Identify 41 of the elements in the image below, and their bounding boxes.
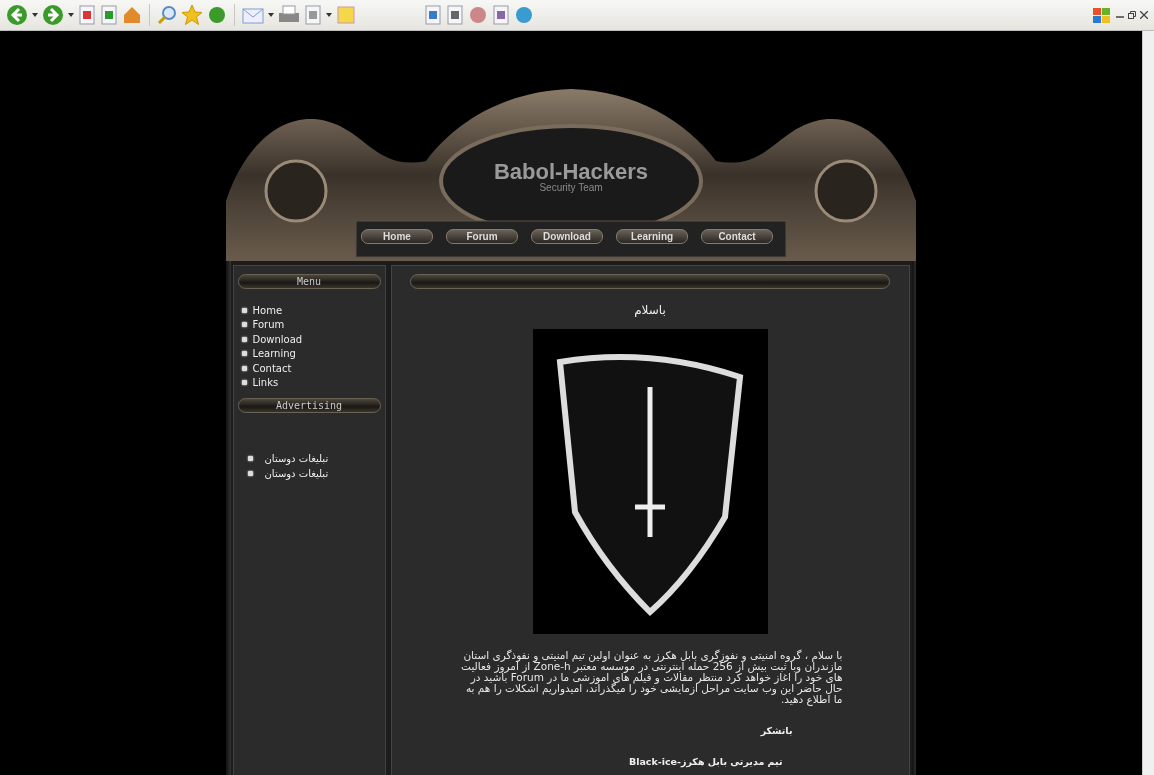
site-subtitle: Security Team	[538, 182, 604, 193]
nav-button[interactable]: Home	[361, 229, 433, 244]
bullet-icon	[241, 322, 247, 328]
bullet-icon	[241, 351, 247, 357]
thanks-text: باتشکر	[759, 725, 794, 736]
advertising-header-bar: Advertising	[237, 398, 381, 413]
welcome-paragraph: با سلام ، گروه امنیتی و نفوزگری بابل هکرز به عنوان اولین تیم امنیتی و نفوذگری استان مازندران وبا ثبت بیش از 256 حمله اینترنتی در موسسه معتبر Zone-h از امروز فعالیت های خود را اغاز خواهد کرد منتظر مقالات و فیلم های اموزشی ما در Forum باشید در حال حاضر این وب سایت مراحل ازمایشی خود را میگذراند، امیدواریم اشکلات را هم به ما اطلاع دهید.	[460, 650, 843, 705]
signature-text: تیم مدیرتی بابل هکرز-Black-ice	[627, 756, 784, 767]
dropdown-caret-icon[interactable]	[32, 13, 38, 17]
home-icon[interactable]	[122, 5, 142, 25]
bullet-icon	[247, 471, 253, 476]
menu-link[interactable]: Contact	[252, 362, 292, 374]
dropdown-caret-icon[interactable]	[68, 13, 74, 17]
menu-link[interactable]: Download	[252, 333, 303, 345]
menu-link[interactable]: Learning	[252, 348, 296, 360]
nav-button[interactable]: Contact	[701, 229, 773, 244]
bullet-icon	[241, 336, 247, 342]
nav-button[interactable]: Download	[531, 229, 603, 244]
site-title: Babol-Hackers	[492, 159, 650, 184]
nav-button[interactable]: Forum	[446, 229, 518, 244]
bullet-icon	[241, 380, 247, 386]
nav-button[interactable]: Learning	[616, 229, 688, 244]
bullet-icon	[241, 307, 247, 313]
dropdown-caret-icon[interactable]	[326, 13, 332, 17]
dropdown-caret-icon[interactable]	[268, 13, 274, 17]
stop-page-icon[interactable]	[78, 5, 96, 25]
search-icon[interactable]	[157, 5, 177, 25]
bullet-icon	[247, 456, 253, 461]
restore-icon[interactable]	[1128, 11, 1136, 19]
greeting-heading: باسلام	[634, 303, 666, 317]
ad-link[interactable]: تبلیغات دوستان	[264, 453, 329, 464]
menu-link[interactable]: Links	[252, 377, 279, 389]
refresh-page-icon[interactable]	[100, 5, 118, 25]
menu-link[interactable]: Home	[252, 304, 283, 316]
favorites-star-icon[interactable]	[181, 4, 203, 26]
ad-link[interactable]: تبلیغات دوستان	[264, 468, 329, 479]
bullet-icon	[241, 365, 247, 371]
menu-header-bar: Menu	[237, 274, 381, 289]
windows-logo-icon	[1092, 6, 1112, 24]
menu-link[interactable]: Forum	[252, 319, 285, 331]
close-icon[interactable]	[1140, 11, 1148, 19]
